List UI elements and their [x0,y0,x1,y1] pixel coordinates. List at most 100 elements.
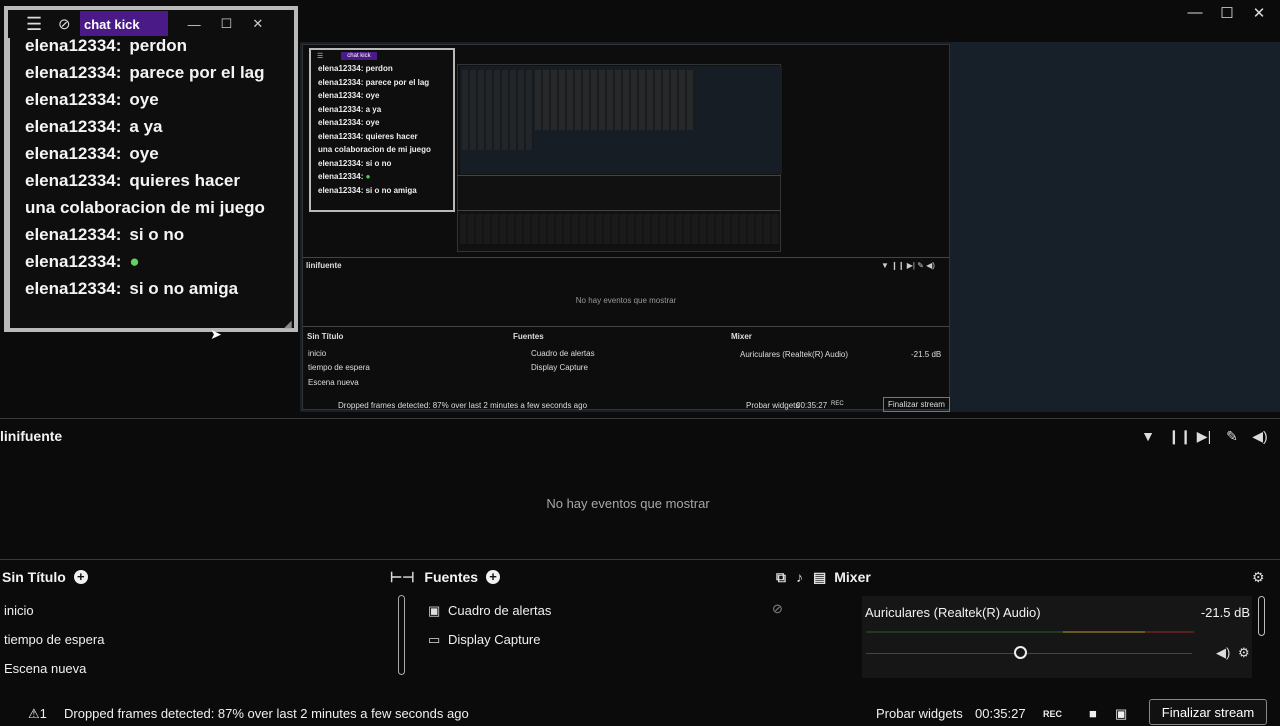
mini-source-item: Display Capture [531,363,588,372]
menu-icon[interactable]: ☰ [26,14,48,35]
no-notification-icon[interactable]: ⊘ [58,15,76,33]
window-controls: — ☐ ✕ [1186,4,1268,22]
mixer-device-name: Auriculares (Realtek(R) Audio) [865,605,1041,620]
chat-message: elena12334: a ya [25,117,163,136]
mini-chat-line: elena12334: si o no amiga [318,186,417,195]
chat-message: elena12334: quieres hacer [25,171,240,190]
mixer-title: ⧉ ♪ ▤ Mixer [776,569,871,585]
mini-chat-line: elena12334: perdon [318,64,393,73]
mini-rec: REC [831,401,844,407]
stop-icon[interactable]: ■ [1089,706,1097,721]
divider [303,326,949,327]
chat-message: elena12334: si o no [25,225,185,244]
add-scene-icon[interactable]: + [73,570,88,584]
events-toolbar: ▼ ❙❙ ▶| ✎ ◀) [1140,428,1268,445]
filter-icon[interactable]: ▼ [1140,428,1156,445]
chat-titlebar: ☰ ⊘ chat kick — ☐ ✕ [8,10,294,38]
resize-grip-icon[interactable]: ◢ [284,319,292,330]
warning-icon: ⚠ [28,706,40,721]
mini-mixer-title: Mixer [731,332,752,341]
footer-warning: Dropped frames detected: 87% over last 2… [64,706,469,721]
mini-scene-item: Escena nueva [308,378,359,387]
close-button[interactable]: ✕ [1250,4,1268,22]
maximize-button[interactable]: ☐ [1218,4,1236,22]
mini-mixer-name: Auriculares (Realtek(R) Audio) [740,350,849,359]
volume-icon[interactable]: ◀) [1252,428,1268,445]
mini-chat-titlebar: ☰ chat kick [311,50,453,62]
scene-item[interactable]: inicio [4,603,34,618]
mini-time: 00:35:27 [796,401,828,410]
divider [303,257,949,258]
stream-time: 00:35:27 [975,706,1026,721]
volume-slider-knob[interactable] [1014,646,1027,659]
emote-icon: ● [365,172,371,181]
scene-item[interactable]: Escena nueva [4,661,86,676]
mini-source-item: Cuadro de alertas [531,349,595,358]
mini-final: Finalizar stream [883,397,950,412]
monitor-icon[interactable]: ⧉ [776,569,786,585]
no-events-message: No hay eventos que mostrar [546,496,710,511]
mini-scene-item: tiempo de espera [308,363,370,372]
menu-icon: ☰ [317,53,324,60]
mini-chat-line: elena12334: si o no [318,159,392,168]
mini-chat-line: elena12334: oye [318,91,380,100]
source-item[interactable]: ▣ Cuadro de alertas [428,603,551,619]
speaker-icon[interactable]: ◀) [1216,645,1230,661]
mini-chat-line: elena12334: oye [318,118,380,127]
volume-slider[interactable] [866,653,1192,654]
chat-message: elena12334: oye [25,90,159,109]
mini-chat-body: elena12334: perdon elena12334: parece po… [311,62,453,210]
mini-probar: Probar widgets [746,401,800,410]
mini-sources-title: Fuentes [513,332,544,341]
channel-settings-icon[interactable]: ⚙ [1238,645,1250,661]
mini-mixer-db: -21.5 dB [911,350,942,359]
rec-label[interactable]: REC [1043,709,1062,719]
divider [457,210,781,211]
chat-maximize-button[interactable]: ☐ [221,16,233,32]
mini-chat-line: elena12334: quieres hacer [318,132,418,141]
chat-title: chat kick [80,10,168,38]
chat-body: elena12334: perdon elena12334: parece por … [10,36,294,328]
mixer-level: -21.5 dB [1200,605,1250,620]
end-stream-button[interactable]: Finalizar stream [1149,699,1267,725]
mute-alerts-icon[interactable]: ✎ [1224,428,1240,445]
events-title: linifuente [0,428,63,444]
probar-widgets-link[interactable]: Probar widgets [876,706,963,721]
mini-no-events: No hay eventos que mostrar [575,296,677,305]
pause-icon[interactable]: ❙❙ [1168,428,1191,445]
scenes-scrollbar[interactable] [398,595,405,675]
nested-preview-content [462,70,534,150]
divider [0,418,1280,419]
divider [0,559,1280,560]
chat-message: elena12334: oye [25,144,159,163]
scene-item[interactable]: tiempo de espera [4,632,104,647]
folder-icon: ▣ [428,603,441,618]
nested-preview-content [535,70,695,130]
mini-event-icons: ▼ ❙❙ ▶| ✎ ◀) [881,261,935,270]
mixer-scrollbar[interactable] [1258,596,1265,636]
emote-icon: ● [129,252,140,271]
mini-scene-item: inicio [308,349,327,358]
divider [457,175,781,176]
chat-message: elena12334: si o no amiga [25,279,239,298]
mini-events-title: linifuente [306,261,342,270]
mini-chat-line: elena12334: a ya [318,105,382,114]
skip-icon[interactable]: ▶| [1196,428,1212,445]
monitor-icon: ▭ [428,632,441,647]
volume-meter [866,631,1194,633]
chat-message: elena12334: ● [25,252,140,271]
mini-footer-warning: Dropped frames detected: 87% over last 2… [338,401,588,410]
scenes-title: Sin Título + [2,569,88,585]
add-source-icon[interactable]: + [486,570,501,584]
hidden-eye-icon[interactable]: ⊘ [772,601,783,617]
folder-add-icon[interactable]: ▤ [813,569,826,585]
collapse-icon[interactable]: ⊢⊣ [390,569,414,585]
chat-minimize-button[interactable]: — [188,17,201,32]
settings-gear-icon[interactable]: ⚙ [1252,569,1265,586]
audio-icon[interactable]: ♪ [796,569,803,585]
source-item[interactable]: ▭ Display Capture [428,632,541,648]
mouse-cursor-icon: ➤ [210,326,222,342]
chat-close-button[interactable]: ✕ [252,16,263,32]
chat-message: elena12334: parece por el lag [25,63,265,82]
minimize-button[interactable]: — [1186,4,1204,22]
